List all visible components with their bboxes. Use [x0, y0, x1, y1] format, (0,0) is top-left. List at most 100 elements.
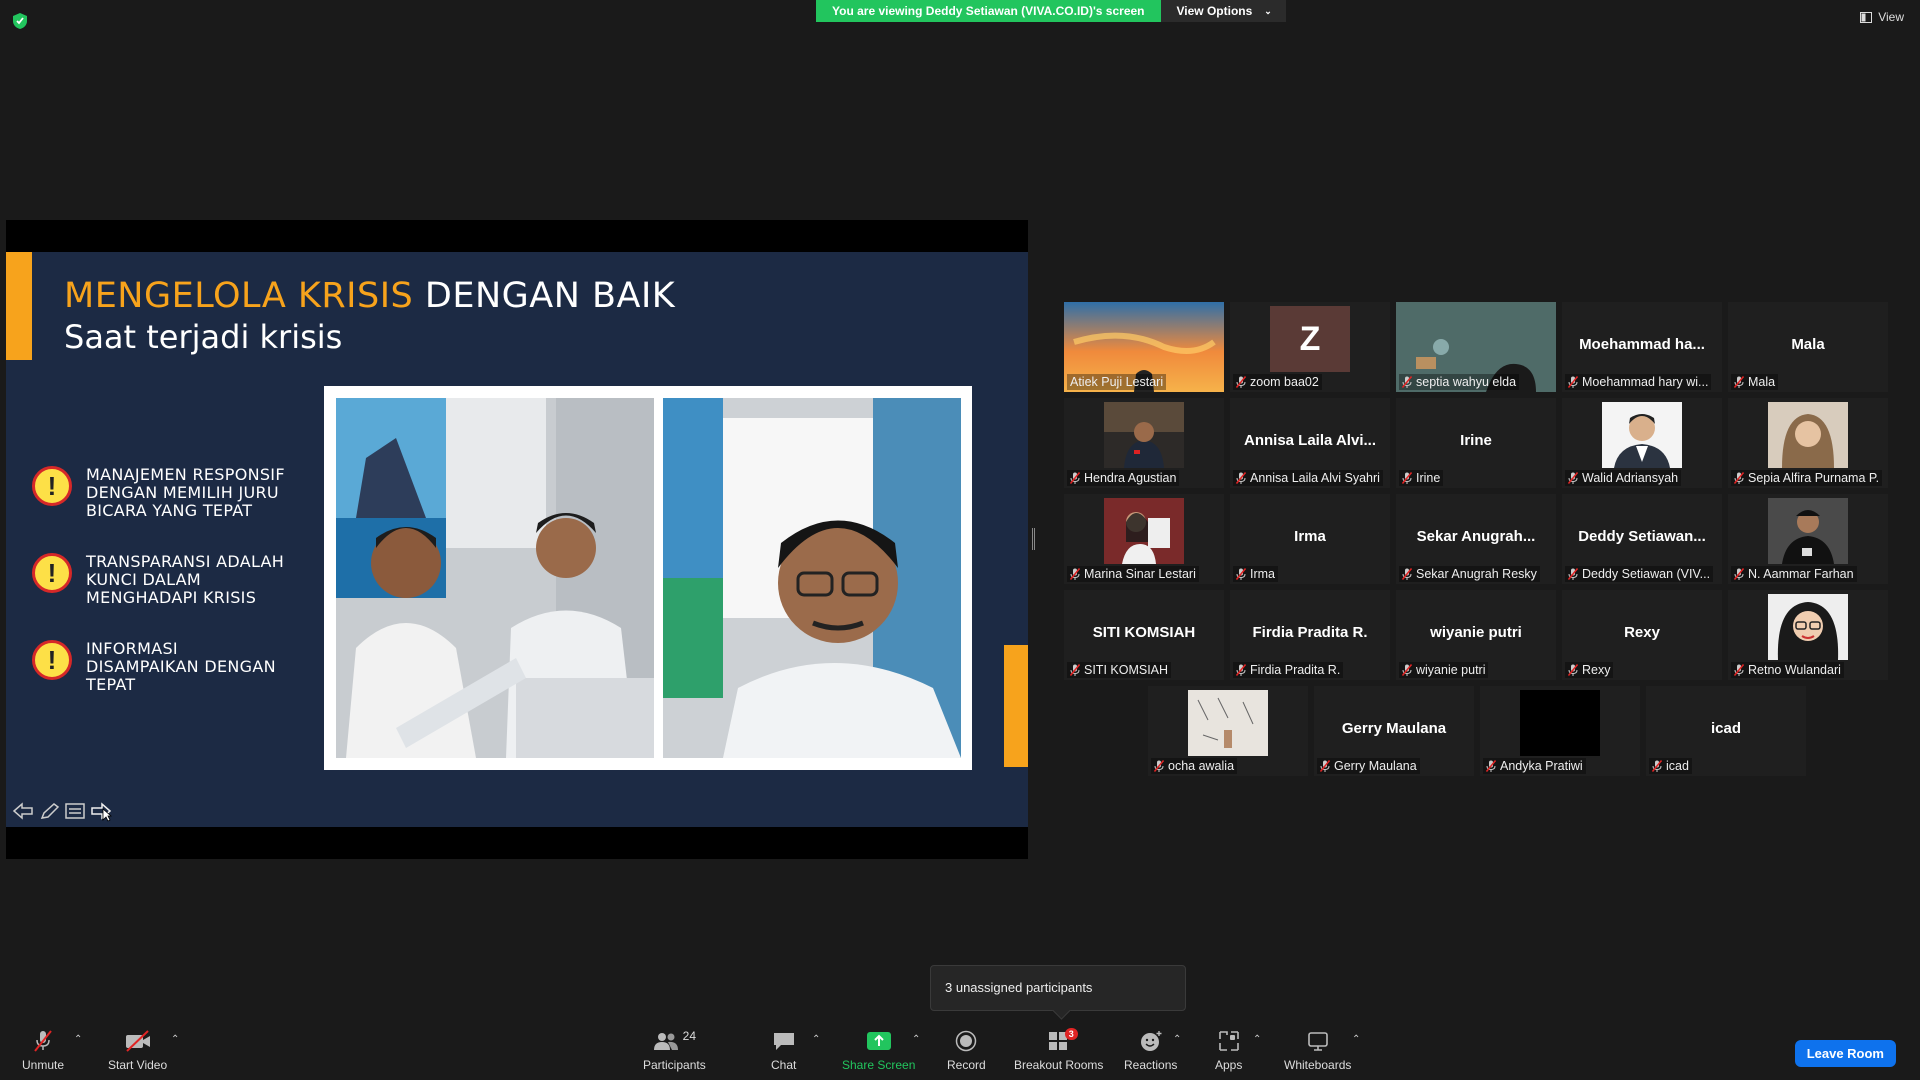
chevron-down-icon: ⌄	[1264, 6, 1272, 16]
participant-tile[interactable]: N. Aammar Farhan	[1728, 494, 1888, 584]
participant-label: Hendra Agustian	[1067, 470, 1180, 486]
slide-bullet: ! INFORMASI DISAMPAIKAN DENGAN TEPAT	[32, 640, 296, 694]
participant-name: Irine	[1416, 471, 1441, 485]
warning-icon: !	[32, 553, 72, 593]
chat-label: Chat	[771, 1058, 797, 1072]
participant-name: Deddy Setiawan (VIV...	[1582, 567, 1711, 581]
start-video-button[interactable]: Start Video	[108, 1030, 167, 1072]
participant-tile[interactable]: Walid Adriansyah	[1562, 398, 1722, 488]
record-label: Record	[947, 1058, 986, 1072]
participant-name-display: Sekar Anugrah...	[1416, 528, 1536, 545]
participant-avatar	[1602, 402, 1682, 468]
share-options-caret[interactable]: ⌃	[912, 1034, 920, 1045]
bullet-text: TRANSPARANSI ADALAH KUNCI DALAM MENGHADA…	[86, 552, 285, 607]
participant-avatar	[1768, 402, 1848, 468]
slide-title: MENGELOLA KRISIS DENGAN BAIK	[64, 276, 675, 316]
participant-tile[interactable]: Marina Sinar Lestari	[1064, 494, 1224, 584]
chat-icon	[773, 1033, 794, 1050]
slide-photo-two-men	[336, 398, 654, 758]
panel-splitter[interactable]	[1032, 528, 1035, 550]
participant-tile[interactable]: wiyanie putri wiyanie putri	[1396, 590, 1556, 680]
chat-button[interactable]: Chat	[771, 1030, 796, 1072]
reactions-label: Reactions	[1124, 1058, 1178, 1072]
reactions-button[interactable]: Reactions	[1124, 1030, 1177, 1072]
participant-name-display: Irma	[1294, 528, 1326, 545]
participant-name: N. Aammar Farhan	[1748, 567, 1854, 581]
participant-tile[interactable]: Mala Mala	[1728, 302, 1888, 392]
slide-menu-icon[interactable]	[64, 802, 86, 820]
view-options-button[interactable]: View Options ⌄	[1160, 0, 1286, 22]
unmute-button[interactable]: Unmute	[22, 1030, 64, 1072]
mic-muted-icon	[1069, 568, 1081, 580]
participant-tile[interactable]: Firdia Pradita R. Firdia Pradita R.	[1230, 590, 1390, 680]
slide-title-rest: DENGAN BAIK	[424, 276, 676, 316]
start-video-label: Start Video	[108, 1058, 168, 1072]
participants-button[interactable]: 24 Participants	[643, 1029, 706, 1072]
arrow-left-icon[interactable]	[12, 802, 34, 820]
slide-subtitle: Saat terjadi krisis	[64, 318, 343, 356]
apps-button[interactable]: Apps	[1215, 1030, 1242, 1072]
bullet-text: MANAJEMEN RESPONSIF DENGAN MEMILIH JURU …	[86, 465, 285, 520]
video-options-caret[interactable]: ⌃	[171, 1034, 179, 1045]
whiteboard-icon	[1307, 1032, 1328, 1051]
chat-options-caret[interactable]: ⌃	[812, 1034, 820, 1045]
mic-muted-icon	[1401, 376, 1413, 388]
participant-tile[interactable]: Andyka Pratiwi	[1480, 686, 1640, 776]
participant-label: Rexy	[1565, 662, 1614, 678]
screen-share-banner: You are viewing Deddy Setiawan (VIVA.CO.…	[816, 0, 1286, 22]
mic-muted-icon	[1319, 760, 1331, 772]
participants-icon	[653, 1033, 678, 1050]
participant-name: Marina Sinar Lestari	[1084, 567, 1196, 581]
audio-options-caret[interactable]: ⌃	[74, 1034, 82, 1045]
participant-tile[interactable]: Deddy Setiawan... Deddy Setiawan (VIV...	[1562, 494, 1722, 584]
whiteboards-options-caret[interactable]: ⌃	[1352, 1034, 1360, 1045]
participant-tile[interactable]: SITI KOMSIAH SITI KOMSIAH	[1064, 590, 1224, 680]
participant-label: SITI KOMSIAH	[1067, 662, 1172, 678]
participant-tile[interactable]: Sekar Anugrah... Sekar Anugrah Resky	[1396, 494, 1556, 584]
breakout-rooms-button[interactable]: 3 Breakout Rooms	[1014, 1028, 1103, 1072]
slide-photo-frame	[324, 386, 972, 770]
whiteboards-button[interactable]: Whiteboards	[1284, 1030, 1351, 1072]
participant-avatar	[1188, 690, 1268, 756]
participant-tile[interactable]: Irma Irma	[1230, 494, 1390, 584]
pen-icon[interactable]	[38, 802, 60, 820]
apps-options-caret[interactable]: ⌃	[1253, 1034, 1261, 1045]
participant-name: septia wahyu elda	[1416, 375, 1517, 389]
participant-tile[interactable]: Atiek Puji Lestari	[1064, 302, 1224, 392]
participant-tile[interactable]: septia wahyu elda	[1396, 302, 1556, 392]
participant-name: Annisa Laila Alvi Syahri	[1250, 471, 1380, 485]
participant-tile[interactable]: icad icad	[1646, 686, 1806, 776]
unassigned-participants-toast: 3 unassigned participants	[930, 965, 1186, 1011]
leave-room-button[interactable]: Leave Room	[1794, 1040, 1896, 1067]
mic-muted-icon	[1485, 760, 1497, 772]
shared-screen[interactable]: MENGELOLA KRISIS DENGAN BAIK Saat terjad…	[6, 220, 1028, 859]
participant-avatar	[1104, 498, 1184, 564]
participant-tile[interactable]: Rexy Rexy	[1562, 590, 1722, 680]
participant-tile[interactable]: Moehammad ha... Moehammad hary wi...	[1562, 302, 1722, 392]
participant-name-display: Rexy	[1624, 624, 1660, 641]
video-off-placeholder	[1520, 690, 1600, 756]
participant-tile[interactable]: Irine Irine	[1396, 398, 1556, 488]
participant-tile[interactable]: ocha awalia	[1148, 686, 1308, 776]
reactions-options-caret[interactable]: ⌃	[1173, 1034, 1181, 1045]
mic-muted-icon	[1401, 664, 1413, 676]
participant-tile[interactable]: Retno Wulandari	[1728, 590, 1888, 680]
view-button[interactable]: View	[1860, 10, 1904, 24]
mic-muted-icon	[1235, 472, 1247, 484]
mic-muted-icon	[1235, 568, 1247, 580]
share-screen-button[interactable]: Share Screen	[842, 1030, 915, 1072]
participant-label: Marina Sinar Lestari	[1067, 566, 1199, 582]
bullet-text: INFORMASI DISAMPAIKAN DENGAN TEPAT	[86, 639, 276, 694]
participant-tile[interactable]: Gerry Maulana Gerry Maulana	[1314, 686, 1474, 776]
participant-tile[interactable]: Zzoom baa02	[1230, 302, 1390, 392]
participant-tile[interactable]: Sepia Alfira Purnama P.	[1728, 398, 1888, 488]
record-button[interactable]: Record	[947, 1030, 986, 1072]
participant-label: ocha awalia	[1151, 758, 1238, 774]
security-shield-icon[interactable]	[12, 12, 28, 30]
participant-tile[interactable]: Annisa Laila Alvi... Annisa Laila Alvi Sy…	[1230, 398, 1390, 488]
participant-tile[interactable]: Hendra Agustian	[1064, 398, 1224, 488]
slide-bullet: ! TRANSPARANSI ADALAH KUNCI DALAM MENGHA…	[32, 553, 296, 607]
participant-name-display: SITI KOMSIAH	[1092, 624, 1196, 641]
apps-label: Apps	[1215, 1058, 1243, 1072]
mic-muted-icon	[1733, 568, 1745, 580]
